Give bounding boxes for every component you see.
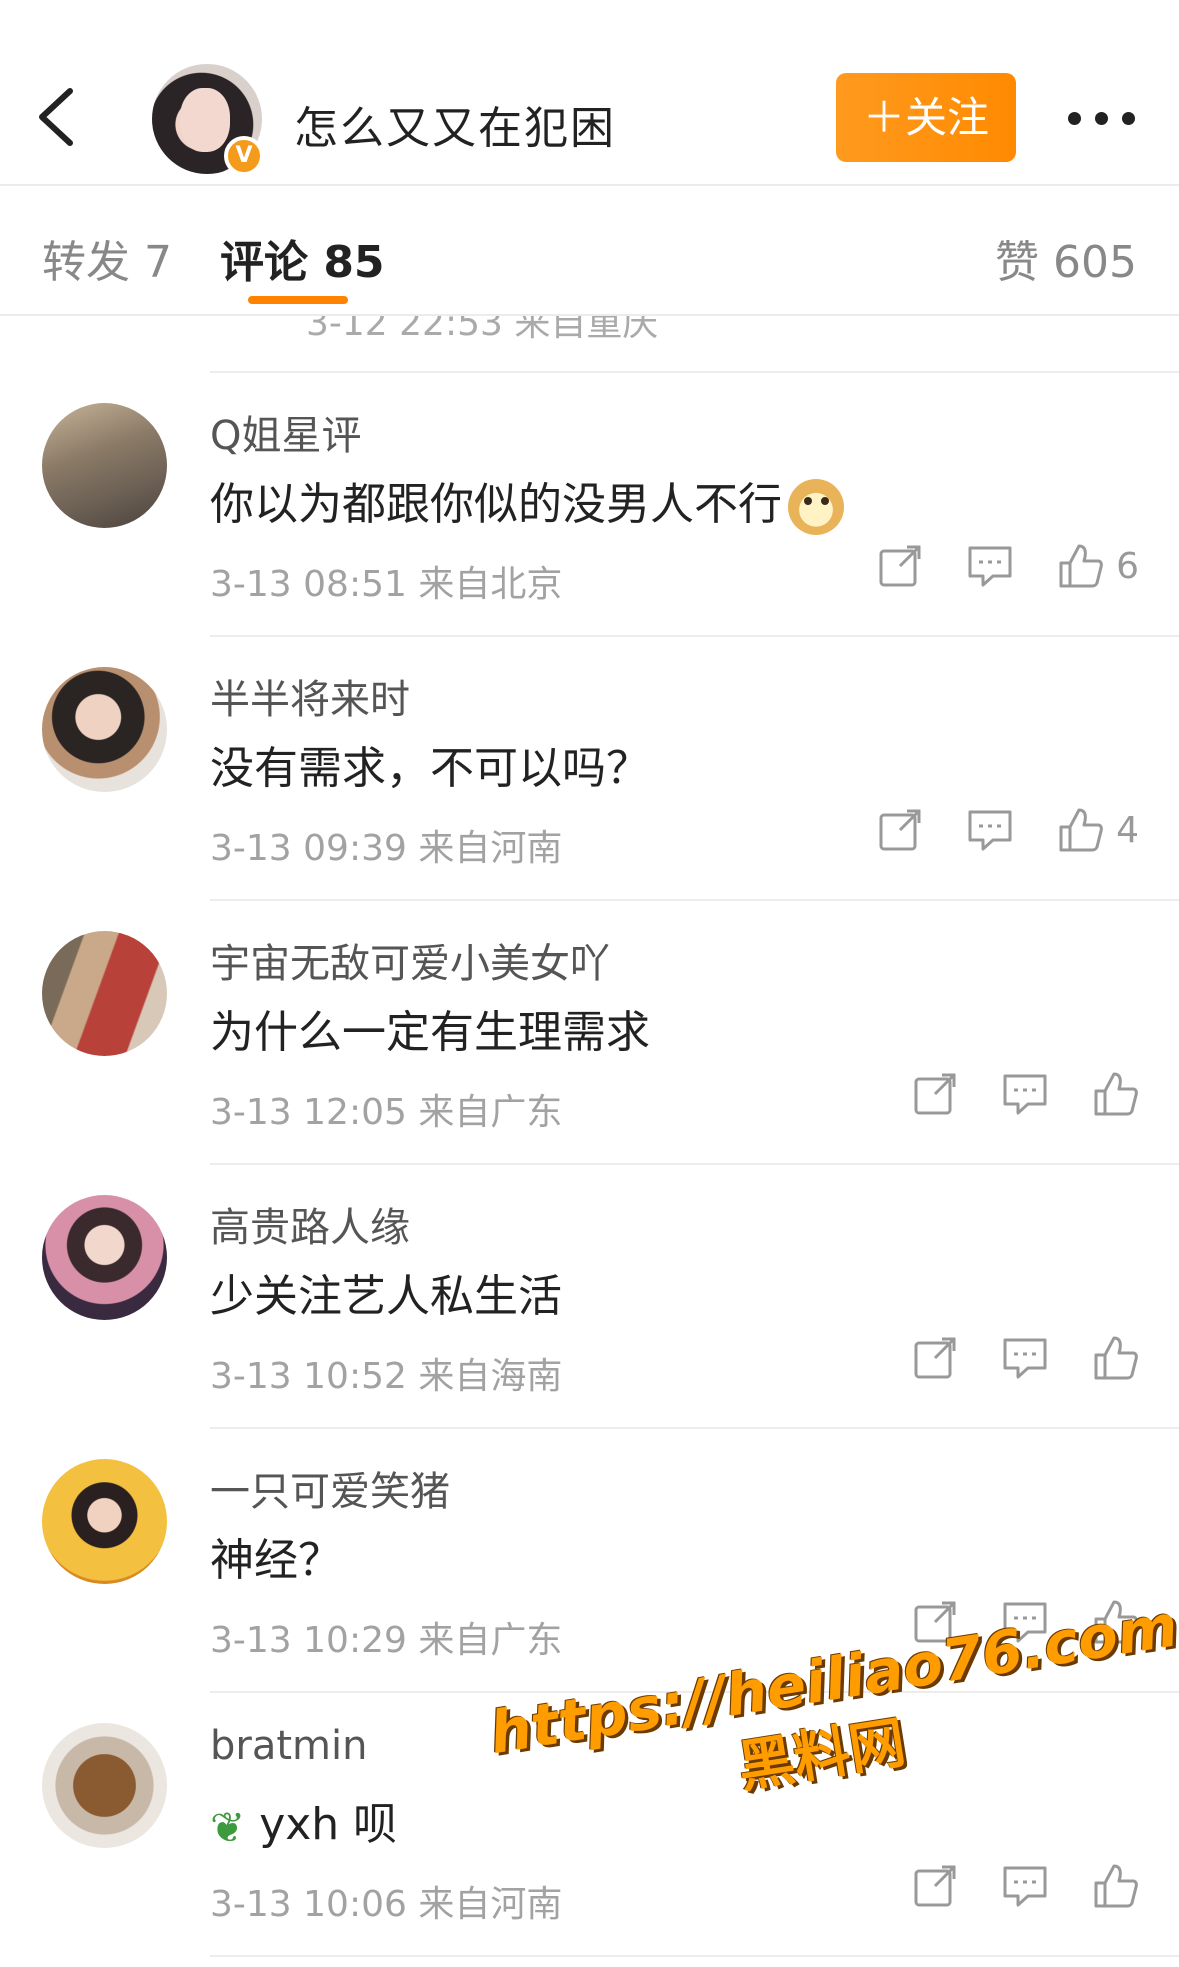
commenter-avatar[interactable]	[42, 403, 167, 528]
reply-icon[interactable]	[967, 808, 1013, 852]
commenter-name[interactable]: 高贵路人缘	[210, 1195, 410, 1253]
top-bar: V 怎么又又在犯困 ＋关注	[0, 0, 1179, 186]
commenter-avatar[interactable]	[42, 1723, 167, 1848]
comment-item: 半半将来时 没有需求，不可以吗？ 3-13 09:39 来自河南 4	[0, 637, 1179, 901]
like-icon[interactable]	[1058, 543, 1104, 589]
like-count: 4	[1116, 809, 1139, 851]
comment-meta: 3-13 09:39 来自河南	[210, 828, 563, 869]
comment-meta: 3-13 12:05 来自广东	[210, 1092, 563, 1133]
commenter-name[interactable]: bratmin	[210, 1723, 367, 1769]
reply-icon[interactable]	[1002, 1336, 1048, 1380]
like-icon[interactable]	[1093, 1071, 1139, 1117]
more-button[interactable]	[1068, 100, 1138, 134]
commenter-avatar[interactable]	[42, 667, 167, 792]
comment-meta: 3-13 10:29 来自广东	[210, 1620, 563, 1661]
comment-meta: 3-13 10:52 来自海南	[210, 1356, 563, 1397]
comment-text: ❦ yxh 呗	[210, 1788, 397, 1852]
comment-text-content: 你以为都跟你似的没男人不行	[210, 479, 782, 530]
reply-icon[interactable]	[967, 544, 1013, 588]
verified-badge: V	[224, 136, 264, 176]
share-icon[interactable]	[913, 1864, 957, 1908]
comment-text: 你以为都跟你似的没男人不行	[210, 468, 844, 535]
comment-text: 没有需求，不可以吗？	[210, 743, 650, 794]
commenter-name[interactable]: 一只可爱笑猪	[210, 1459, 450, 1517]
follow-button[interactable]: ＋关注	[836, 73, 1016, 162]
comment-meta: 3-13 10:06 来自河南	[210, 1884, 563, 1925]
like-count: 6	[1116, 545, 1139, 587]
comment-actions	[913, 1335, 1139, 1395]
tab-bar: 转发 7 评论 85 赞 605	[0, 186, 1179, 316]
tab-reposts[interactable]: 转发 7	[42, 226, 172, 290]
share-icon[interactable]	[913, 1336, 957, 1380]
comment-actions: 4	[878, 807, 1139, 867]
herb-emoji-icon: ❦	[210, 1802, 246, 1852]
like-icon[interactable]	[1093, 1863, 1139, 1909]
comment-meta: 3-12 22:53 来自重庆	[306, 316, 659, 344]
back-button[interactable]	[30, 85, 80, 149]
tab-likes[interactable]: 赞 605	[995, 226, 1137, 290]
comment-item: 宇宙无敌可爱小美女吖 为什么一定有生理需求 3-13 12:05 来自广东	[0, 901, 1179, 1165]
chevron-left-icon	[39, 88, 73, 146]
reply-icon[interactable]	[1002, 1072, 1048, 1116]
comment-meta: 3-13 08:51 来自北京	[210, 564, 563, 605]
commenter-name[interactable]: Q姐星评	[210, 403, 361, 461]
commenter-avatar[interactable]	[42, 1459, 167, 1584]
comment-actions	[913, 1071, 1139, 1131]
comment-text: 少关注艺人私生活	[210, 1271, 562, 1322]
more-dots-icon	[1068, 112, 1081, 125]
author-avatar[interactable]: V	[152, 64, 264, 176]
comment-text: 为什么一定有生理需求	[210, 1007, 650, 1058]
comment-item: 高贵路人缘 少关注艺人私生活 3-13 10:52 来自海南	[0, 1165, 1179, 1429]
author-name[interactable]: 怎么又又在犯困	[294, 92, 616, 156]
partial-comment-row: 3-12 22:53 来自重庆	[210, 316, 1179, 373]
share-icon[interactable]	[878, 808, 922, 852]
commenter-avatar[interactable]	[42, 931, 167, 1056]
comment-actions	[913, 1863, 1139, 1923]
like-icon[interactable]	[1093, 1335, 1139, 1381]
commenter-name[interactable]: 半半将来时	[210, 667, 410, 725]
tab-comments[interactable]: 评论 85	[220, 226, 385, 290]
share-icon[interactable]	[913, 1072, 957, 1116]
comment-text: 神经？	[210, 1535, 342, 1586]
comment-actions: 6	[878, 543, 1139, 603]
comment-text-content: yxh 呗	[259, 1799, 398, 1850]
comment-item: Q姐星评 你以为都跟你似的没男人不行 3-13 08:51 来自北京 6	[0, 373, 1179, 637]
share-icon[interactable]	[878, 544, 922, 588]
commenter-name[interactable]: 宇宙无敌可爱小美女吖	[210, 931, 610, 989]
commenter-avatar[interactable]	[42, 1195, 167, 1320]
active-tab-indicator	[248, 296, 348, 304]
like-icon[interactable]	[1058, 807, 1104, 853]
reply-icon[interactable]	[1002, 1864, 1048, 1908]
doge-emoji-icon	[788, 479, 844, 535]
